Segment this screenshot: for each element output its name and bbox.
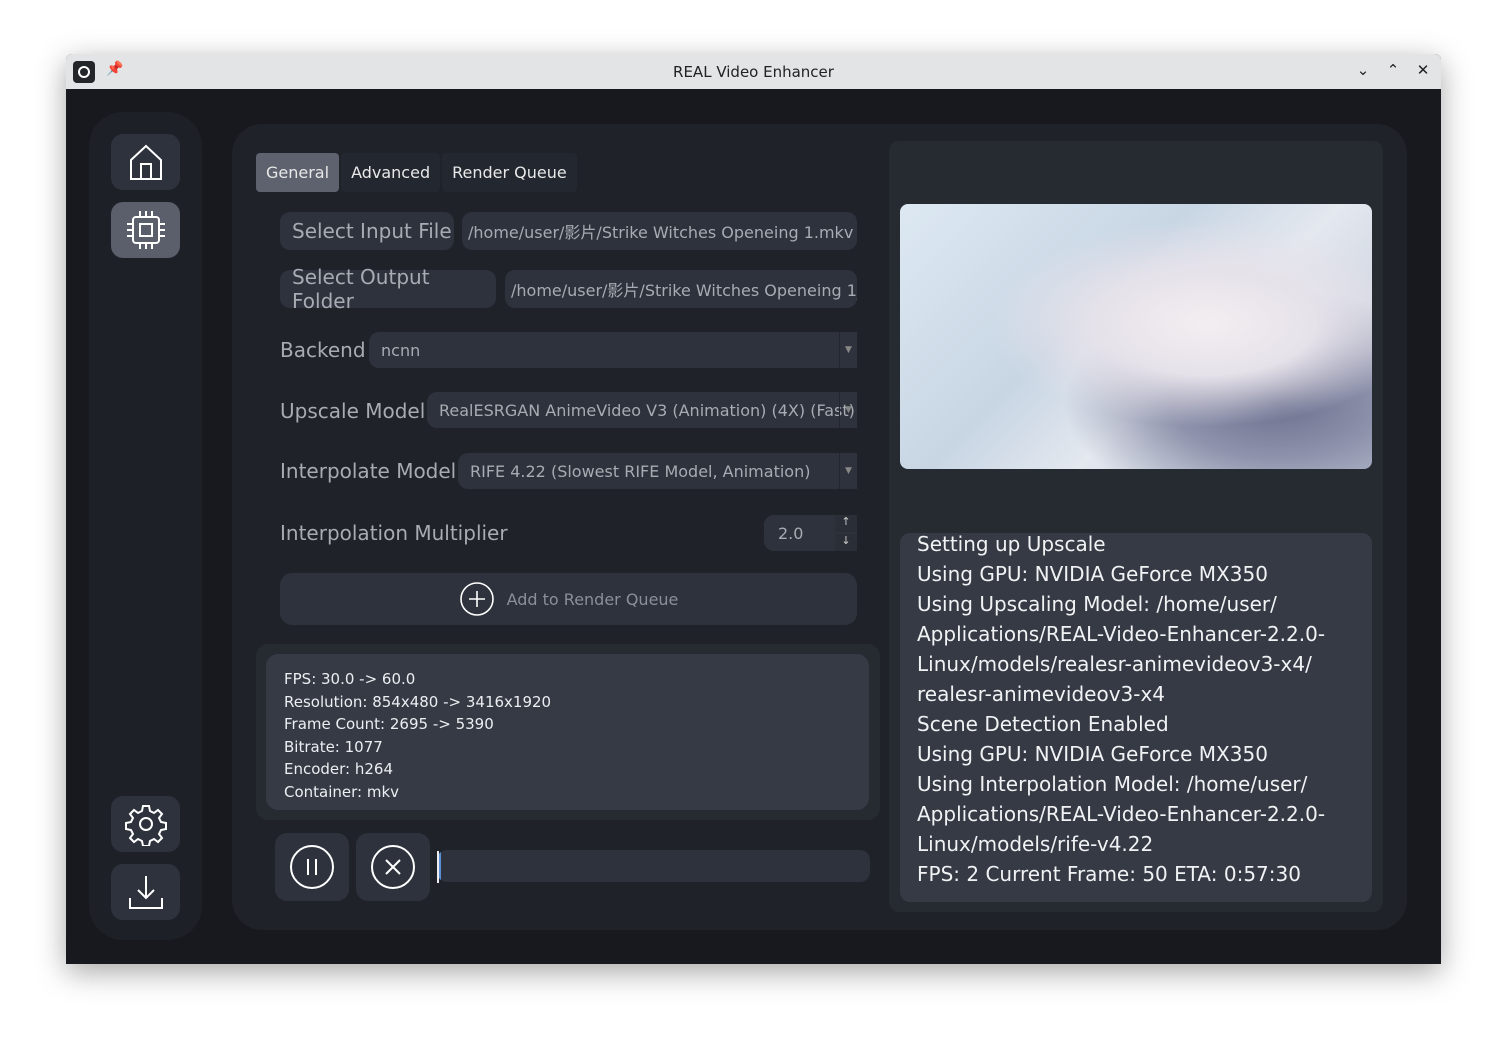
backend-label: Backend: [280, 338, 366, 362]
input-path-field[interactable]: /home/user/影片/Strike Witches Openeing 1.…: [462, 212, 857, 250]
tab-render-queue[interactable]: Render Queue: [442, 153, 577, 192]
settings-button[interactable]: [111, 796, 180, 852]
chevron-down-icon: ▼: [839, 453, 857, 489]
download-icon: [126, 872, 166, 912]
video-info: FPS: 30.0 -> 60.0 Resolution: 854x480 ->…: [266, 654, 869, 810]
chip-icon: [124, 208, 168, 252]
backend-value: ncnn: [381, 341, 420, 360]
close-icon[interactable]: ✕: [1413, 61, 1433, 79]
log-line: Using Interpolation Model: /home/user/: [917, 769, 1355, 799]
video-info-container: FPS: 30.0 -> 60.0 Resolution: 854x480 ->…: [256, 644, 880, 820]
upscale-model-value: RealESRGAN AnimeVideo V3 (Animation) (4X…: [439, 401, 855, 420]
download-button[interactable]: [111, 864, 180, 920]
pause-button[interactable]: [275, 833, 349, 901]
chevron-down-icon: ▼: [839, 332, 857, 368]
log-line: Applications/REAL-Video-Enhancer-2.2.0-: [917, 619, 1355, 649]
log-line: Setting up Upscale: [917, 533, 1355, 559]
window-title: REAL Video Enhancer: [66, 63, 1441, 81]
sidebar: [89, 112, 202, 940]
interpolate-model-value: RIFE 4.22 (Slowest RIFE Model, Animation…: [470, 462, 810, 481]
process-button[interactable]: [111, 202, 180, 258]
output-path-field[interactable]: /home/user/影片/Strike Witches Openeing 1_…: [505, 270, 857, 308]
log-line: Linux/models/realesr-animevideov3-x4/: [917, 649, 1355, 679]
log-line: realesr-animevideov3-x4: [917, 679, 1355, 709]
add-to-queue-label: Add to Render Queue: [507, 590, 679, 609]
tab-bar: General Advanced Render Queue: [256, 153, 577, 192]
log-line: Using Upscaling Model: /home/user/: [917, 589, 1355, 619]
log-line: Linux/models/rife-v4.22: [917, 829, 1355, 859]
title-bar: 📌 REAL Video Enhancer ⌄ ⌃ ✕: [66, 54, 1441, 89]
chevron-down-icon: ▼: [839, 392, 857, 428]
multiplier-label: Interpolation Multiplier: [280, 521, 508, 545]
info-fps: FPS: 30.0 -> 60.0: [284, 668, 851, 691]
gear-icon: [124, 802, 168, 846]
multiplier-spinbox[interactable]: 2.0 ↑ ↓: [764, 515, 857, 551]
log-line: FPS: 2 Current Frame: 50 ETA: 0:57:30: [917, 859, 1355, 889]
arrow-up-icon[interactable]: ↑: [835, 515, 857, 532]
interpolate-model-label: Interpolate Model: [280, 459, 456, 483]
close-circle-icon: [370, 844, 416, 890]
tab-advanced[interactable]: Advanced: [341, 153, 440, 192]
log-line: Using GPU: NVIDIA GeForce MX350: [917, 739, 1355, 769]
home-button[interactable]: [111, 134, 180, 190]
info-resolution: Resolution: 854x480 -> 3416x1920: [284, 691, 851, 714]
preview-panel: Setting up Upscale Using GPU: NVIDIA GeF…: [889, 141, 1383, 912]
cancel-button[interactable]: [356, 833, 430, 901]
info-bitrate: Bitrate: 1077: [284, 736, 851, 759]
log-line: Scene Detection Enabled: [917, 709, 1355, 739]
app-window: 📌 REAL Video Enhancer ⌄ ⌃ ✕ General Adva…: [66, 54, 1441, 964]
render-log: Setting up Upscale Using GPU: NVIDIA GeF…: [900, 533, 1372, 902]
home-icon: [126, 142, 166, 182]
select-input-button[interactable]: Select Input File: [280, 212, 454, 250]
arrow-down-icon[interactable]: ↓: [835, 534, 857, 551]
render-progress-bar: [437, 850, 870, 882]
log-line: Applications/REAL-Video-Enhancer-2.2.0-: [917, 799, 1355, 829]
progress-marker: [437, 851, 439, 883]
maximize-icon[interactable]: ⌃: [1383, 61, 1403, 79]
tab-general[interactable]: General: [256, 153, 339, 192]
interpolate-model-select[interactable]: RIFE 4.22 (Slowest RIFE Model, Animation…: [458, 453, 857, 489]
info-frame-count: Frame Count: 2695 -> 5390: [284, 713, 851, 736]
main-panel: General Advanced Render Queue Select Inp…: [232, 124, 1407, 930]
pause-icon: [289, 844, 335, 890]
plus-circle-icon: [459, 581, 495, 617]
log-line: Using GPU: NVIDIA GeForce MX350: [917, 559, 1355, 589]
add-to-queue-button[interactable]: Add to Render Queue: [280, 573, 857, 625]
multiplier-value: 2.0: [778, 524, 803, 543]
info-encoder: Encoder: h264: [284, 758, 851, 781]
select-output-button[interactable]: Select Output Folder: [280, 270, 496, 308]
backend-select[interactable]: ncnn ▼: [369, 332, 857, 368]
minimize-icon[interactable]: ⌄: [1353, 61, 1373, 79]
upscale-model-label: Upscale Model: [280, 399, 425, 423]
info-container: Container: mkv: [284, 781, 851, 804]
video-preview-image: [900, 204, 1372, 469]
upscale-model-select[interactable]: RealESRGAN AnimeVideo V3 (Animation) (4X…: [427, 392, 857, 428]
